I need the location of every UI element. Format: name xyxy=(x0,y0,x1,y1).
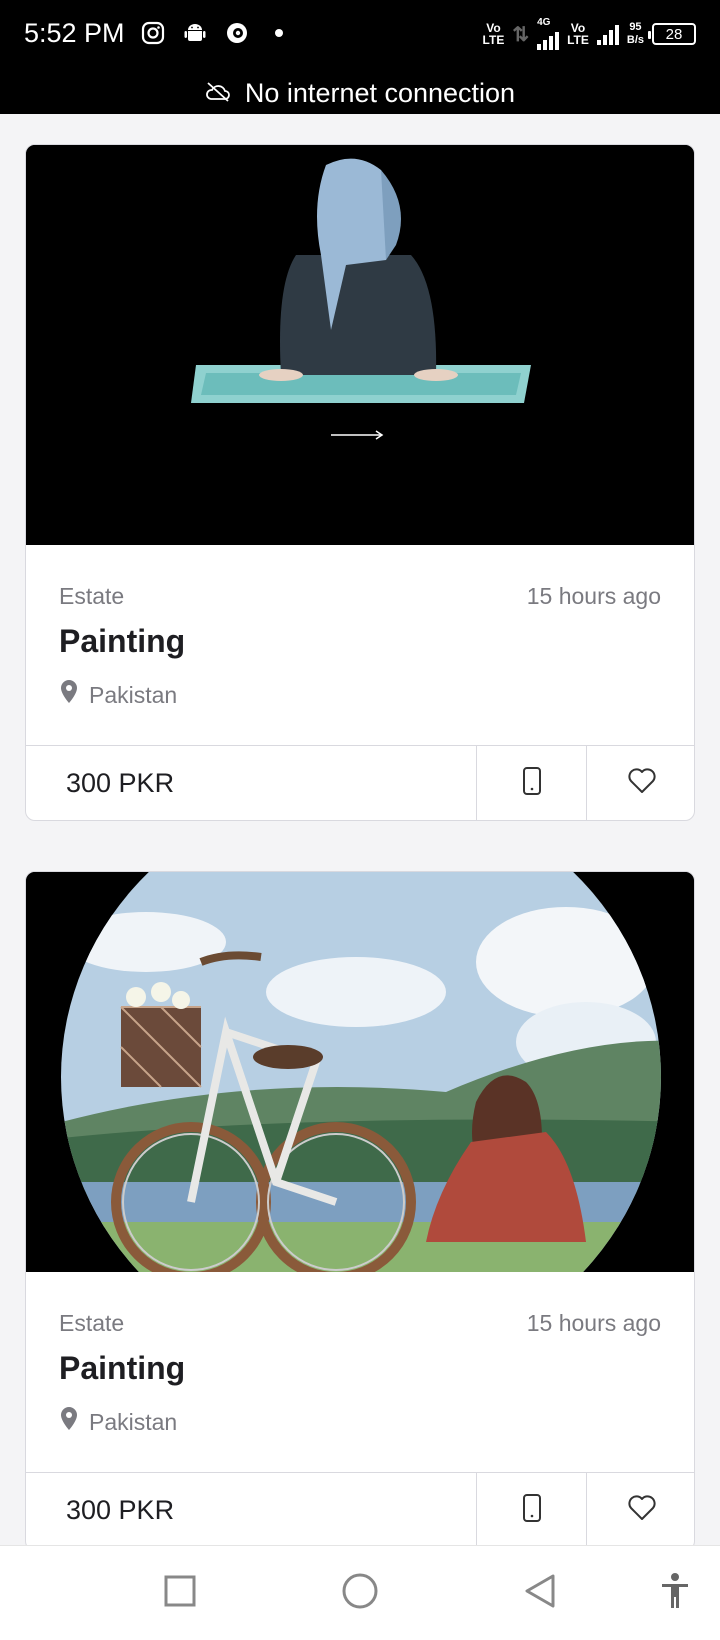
listing-category: Estate xyxy=(59,1310,125,1336)
listing-title[interactable]: Painting xyxy=(59,1350,185,1387)
map-pin-icon xyxy=(59,679,79,711)
cloud-off-icon xyxy=(205,78,231,109)
volte-indicator-2: Vo LTE xyxy=(567,21,589,47)
favorite-button[interactable] xyxy=(586,746,694,820)
data-arrows-icon: ⇅ xyxy=(512,23,530,46)
listing-location-text: Pakistan xyxy=(89,681,178,708)
heart-icon xyxy=(627,767,657,800)
listing-time: 15 hours ago xyxy=(526,1310,661,1336)
no-internet-text: No internet connection xyxy=(244,77,516,108)
android-icon xyxy=(182,20,208,46)
accessibility-icon xyxy=(659,1572,691,1615)
listing-details: Estate 15 hours ago Painting Pakistan xyxy=(26,1272,694,1472)
home-button[interactable] xyxy=(335,1568,385,1618)
battery-indicator: 28 xyxy=(648,23,696,45)
listing-details: Estate 15 hours ago Painting Pakistan xyxy=(26,545,694,745)
signal-strength-2 xyxy=(596,23,619,45)
app-icon xyxy=(224,20,250,46)
home-icon xyxy=(341,1572,379,1615)
listing-price: 300 PKR xyxy=(66,768,175,798)
listing-footer: 300 PKR xyxy=(26,1472,694,1548)
system-nav-bar xyxy=(0,1545,720,1640)
no-internet-banner: No internet connection xyxy=(0,72,720,114)
listing-location: Pakistan xyxy=(59,1406,177,1438)
recents-icon xyxy=(163,1574,197,1613)
listing-card[interactable]: Estate 15 hours ago Painting Pakistan 30… xyxy=(25,144,695,821)
listing-category: Estate xyxy=(59,583,125,609)
status-bar: 5:52 PM Vo LTE ⇅ 4G Vo LTE 95 B/s 28 xyxy=(0,0,720,72)
dot-icon xyxy=(266,20,292,46)
phone-icon xyxy=(522,1493,542,1528)
status-time: 5:52 PM xyxy=(24,18,125,48)
listing-image[interactable] xyxy=(26,145,694,545)
listing-card[interactable]: Estate 15 hours ago Painting Pakistan 30… xyxy=(25,871,695,1551)
call-button[interactable] xyxy=(476,746,586,820)
recents-button[interactable] xyxy=(155,1568,205,1618)
phone-icon xyxy=(522,766,542,801)
back-button[interactable] xyxy=(515,1568,565,1618)
listing-footer: 300 PKR xyxy=(26,745,694,820)
back-icon xyxy=(523,1573,557,1614)
volte-indicator-1: Vo LTE xyxy=(482,21,505,47)
favorite-button[interactable] xyxy=(586,1473,694,1548)
listing-time: 15 hours ago xyxy=(526,583,661,609)
listing-title[interactable]: Painting xyxy=(59,623,185,660)
instagram-icon xyxy=(140,20,166,46)
listing-location-text: Pakistan xyxy=(89,1408,178,1435)
heart-icon xyxy=(627,1494,657,1527)
listing-location: Pakistan xyxy=(59,679,177,711)
accessibility-button[interactable] xyxy=(650,1568,700,1618)
status-left-icons xyxy=(140,20,292,46)
signal-strength-1: 4G xyxy=(537,18,560,50)
listing-image[interactable] xyxy=(26,872,694,1272)
call-button[interactable] xyxy=(476,1473,586,1548)
listing-price: 300 PKR xyxy=(66,1495,175,1525)
map-pin-icon xyxy=(59,1406,79,1438)
network-speed: 95 B/s xyxy=(626,21,644,46)
status-right: Vo LTE ⇅ 4G Vo LTE 95 B/s 28 xyxy=(483,18,696,50)
